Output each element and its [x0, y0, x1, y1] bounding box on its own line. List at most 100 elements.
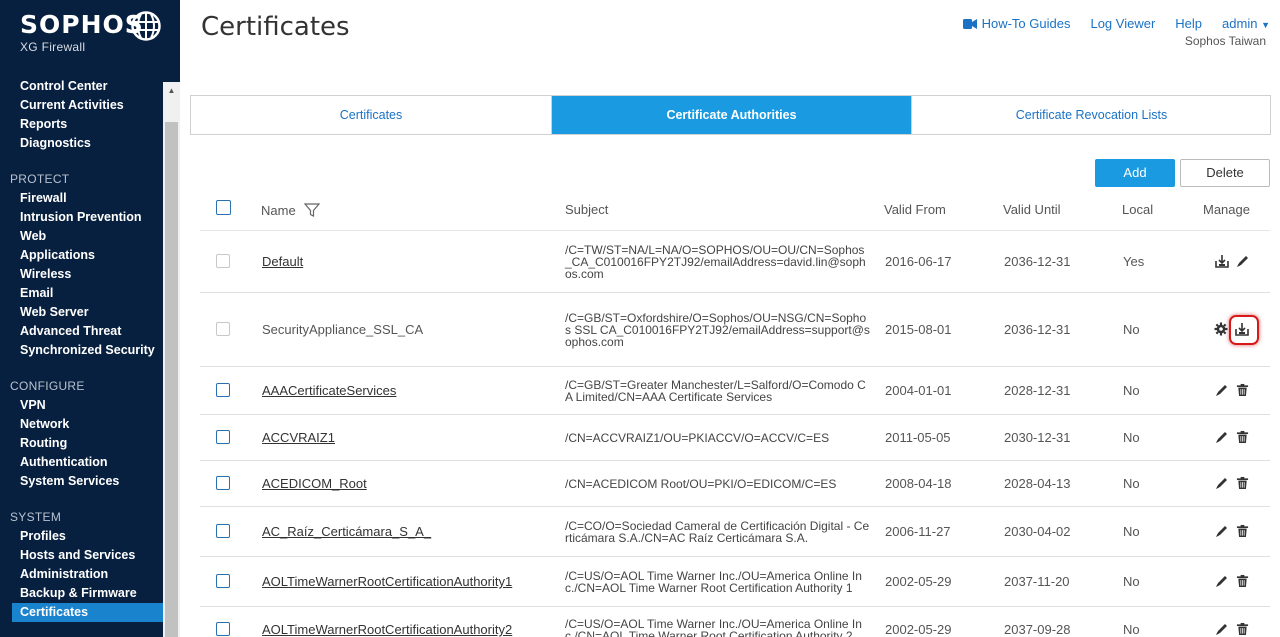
sidebar: SOPHOS XG Firewall Control Center Current… [0, 0, 180, 637]
log-viewer-link[interactable]: Log Viewer [1090, 16, 1155, 31]
row-checkbox[interactable] [216, 383, 230, 397]
tab-certificates[interactable]: Certificates [191, 96, 551, 134]
certificate-subject: /CN=ACEDICOM Root/OU=PKI/O=EDICOM/C=ES [565, 477, 837, 491]
edit-icon[interactable] [1215, 524, 1229, 538]
manage-actions [1215, 622, 1250, 636]
sidebar-item-system-services[interactable]: System Services [0, 472, 163, 491]
column-subject: Subject [565, 202, 609, 217]
sidebar-item-wireless[interactable]: Wireless [0, 265, 163, 284]
help-link[interactable]: Help [1175, 16, 1202, 31]
row-checkbox [216, 322, 230, 336]
table-row: AOLTimeWarnerRootCertificationAuthority2… [200, 606, 1270, 637]
sidebar-item-applications[interactable]: Applications [0, 246, 163, 265]
manage-actions [1215, 524, 1250, 538]
sidebar-item-synchronized-security[interactable]: Synchronized Security [0, 341, 163, 360]
sidebar-item-reports[interactable]: Reports [0, 115, 163, 134]
sidebar-item-web[interactable]: Web [0, 227, 163, 246]
certificate-valid-until: 2028-12-31 [1004, 383, 1071, 398]
sidebar-section-protect: PROTECT [10, 172, 70, 186]
certificate-valid-until: 2037-09-28 [1004, 622, 1071, 637]
sidebar-section-system: SYSTEM [10, 510, 62, 524]
certificate-local: No [1123, 622, 1140, 637]
edit-icon[interactable] [1215, 476, 1229, 490]
sidebar-section-configure: CONFIGURE [10, 379, 85, 393]
download-icon[interactable] [1229, 315, 1259, 345]
video-camera-icon [962, 19, 977, 29]
row-checkbox[interactable] [216, 524, 230, 538]
certificate-valid-from: 2011-05-05 [885, 430, 951, 445]
sidebar-item-web-server[interactable]: Web Server [0, 303, 163, 322]
column-local: Local [1122, 202, 1154, 217]
sidebar-item-hosts-and-services[interactable]: Hosts and Services [0, 546, 163, 565]
certificate-valid-from: 2006-11-27 [885, 524, 951, 539]
add-button[interactable]: Add [1095, 159, 1175, 187]
brand-logo[interactable]: SOPHOS XG Firewall [20, 10, 144, 54]
sidebar-item-backup-firmware[interactable]: Backup & Firmware [0, 584, 163, 603]
filter-icon[interactable] [304, 202, 321, 218]
howto-label: How-To Guides [981, 16, 1071, 31]
table-row: AAACertificateServices/C=GB/ST=Greater M… [200, 366, 1270, 414]
certificate-valid-until: 2036-12-31 [1004, 254, 1071, 269]
table-row: ACEDICOM_Root/CN=ACEDICOM Root/OU=PKI/O=… [200, 460, 1270, 506]
sidebar-item-diagnostics[interactable]: Diagnostics [0, 134, 163, 153]
sidebar-scrollbar[interactable]: ▲ [163, 82, 180, 637]
gear-icon[interactable] [1214, 322, 1228, 336]
row-checkbox[interactable] [216, 430, 230, 444]
manage-actions [1215, 574, 1250, 588]
certificate-name[interactable]: AOLTimeWarnerRootCertificationAuthority2 [262, 622, 512, 637]
howto-guides-link[interactable]: How-To Guides [962, 16, 1071, 31]
certificate-valid-from: 2004-01-01 [885, 383, 952, 398]
sidebar-item-firewall[interactable]: Firewall [0, 189, 163, 208]
certificate-name[interactable]: AC_Raíz_Certicámara_S_A_ [262, 524, 431, 539]
sidebar-item-advanced-threat[interactable]: Advanced Threat [0, 322, 163, 341]
download-icon[interactable] [1215, 254, 1229, 268]
row-checkbox[interactable] [216, 622, 230, 636]
edit-icon[interactable] [1215, 622, 1229, 636]
certificate-name[interactable]: AOLTimeWarnerRootCertificationAuthority1 [262, 574, 512, 589]
sidebar-item-vpn[interactable]: VPN [0, 396, 163, 415]
sidebar-item-network[interactable]: Network [0, 415, 163, 434]
sidebar-item-administration[interactable]: Administration [0, 565, 163, 584]
sidebar-item-certificates[interactable]: Certificates [12, 603, 163, 622]
certificate-name[interactable]: ACCVRAIZ1 [262, 430, 335, 445]
column-name-label: Name [261, 203, 296, 218]
sidebar-item-email[interactable]: Email [0, 284, 163, 303]
edit-icon[interactable] [1215, 430, 1229, 444]
sidebar-item-authentication[interactable]: Authentication [0, 453, 163, 472]
trash-icon[interactable] [1236, 622, 1250, 636]
delete-button[interactable]: Delete [1180, 159, 1270, 187]
certificate-subject: /C=US/O=AOL Time Warner Inc./OU=America … [565, 569, 862, 595]
trash-icon[interactable] [1236, 524, 1250, 538]
sidebar-item-profiles[interactable]: Profiles [0, 527, 163, 546]
sidebar-item-current-activities[interactable]: Current Activities [0, 96, 163, 115]
edit-icon[interactable] [1215, 383, 1229, 397]
select-all-checkbox[interactable] [216, 200, 231, 215]
row-checkbox[interactable] [216, 574, 230, 588]
certificate-valid-from: 2002-05-29 [885, 574, 952, 589]
trash-icon[interactable] [1236, 430, 1250, 444]
edit-icon[interactable] [1236, 254, 1250, 268]
scroll-thumb[interactable] [165, 122, 178, 637]
certificate-local: No [1123, 322, 1140, 337]
row-checkbox[interactable] [216, 476, 230, 490]
sidebar-item-routing[interactable]: Routing [0, 434, 163, 453]
admin-label: admin [1222, 16, 1258, 31]
certificate-name[interactable]: AAACertificateServices [262, 383, 396, 398]
certificate-name[interactable]: Default [262, 254, 303, 269]
trash-icon[interactable] [1236, 476, 1250, 490]
tab-certificate-revocation-lists[interactable]: Certificate Revocation Lists [911, 96, 1271, 134]
trash-icon[interactable] [1236, 574, 1250, 588]
caret-down-icon: ▼ [1261, 20, 1270, 30]
trash-icon[interactable] [1236, 383, 1250, 397]
manage-actions [1215, 383, 1250, 397]
certificate-local: No [1123, 574, 1140, 589]
tab-certificate-authorities[interactable]: Certificate Authorities [551, 96, 911, 134]
sidebar-item-control-center[interactable]: Control Center [0, 77, 163, 96]
certificate-valid-from: 2008-04-18 [885, 476, 952, 491]
certificate-subject: /C=TW/ST=NA/L=NA/O=SOPHOS/OU=OU/CN=Sopho… [565, 243, 866, 281]
edit-icon[interactable] [1215, 574, 1229, 588]
certificate-name[interactable]: ACEDICOM_Root [262, 476, 367, 491]
sidebar-item-intrusion-prevention[interactable]: Intrusion Prevention [0, 208, 163, 227]
scroll-up-arrow-icon[interactable]: ▲ [163, 82, 180, 99]
admin-menu[interactable]: admin ▼ [1222, 16, 1270, 31]
